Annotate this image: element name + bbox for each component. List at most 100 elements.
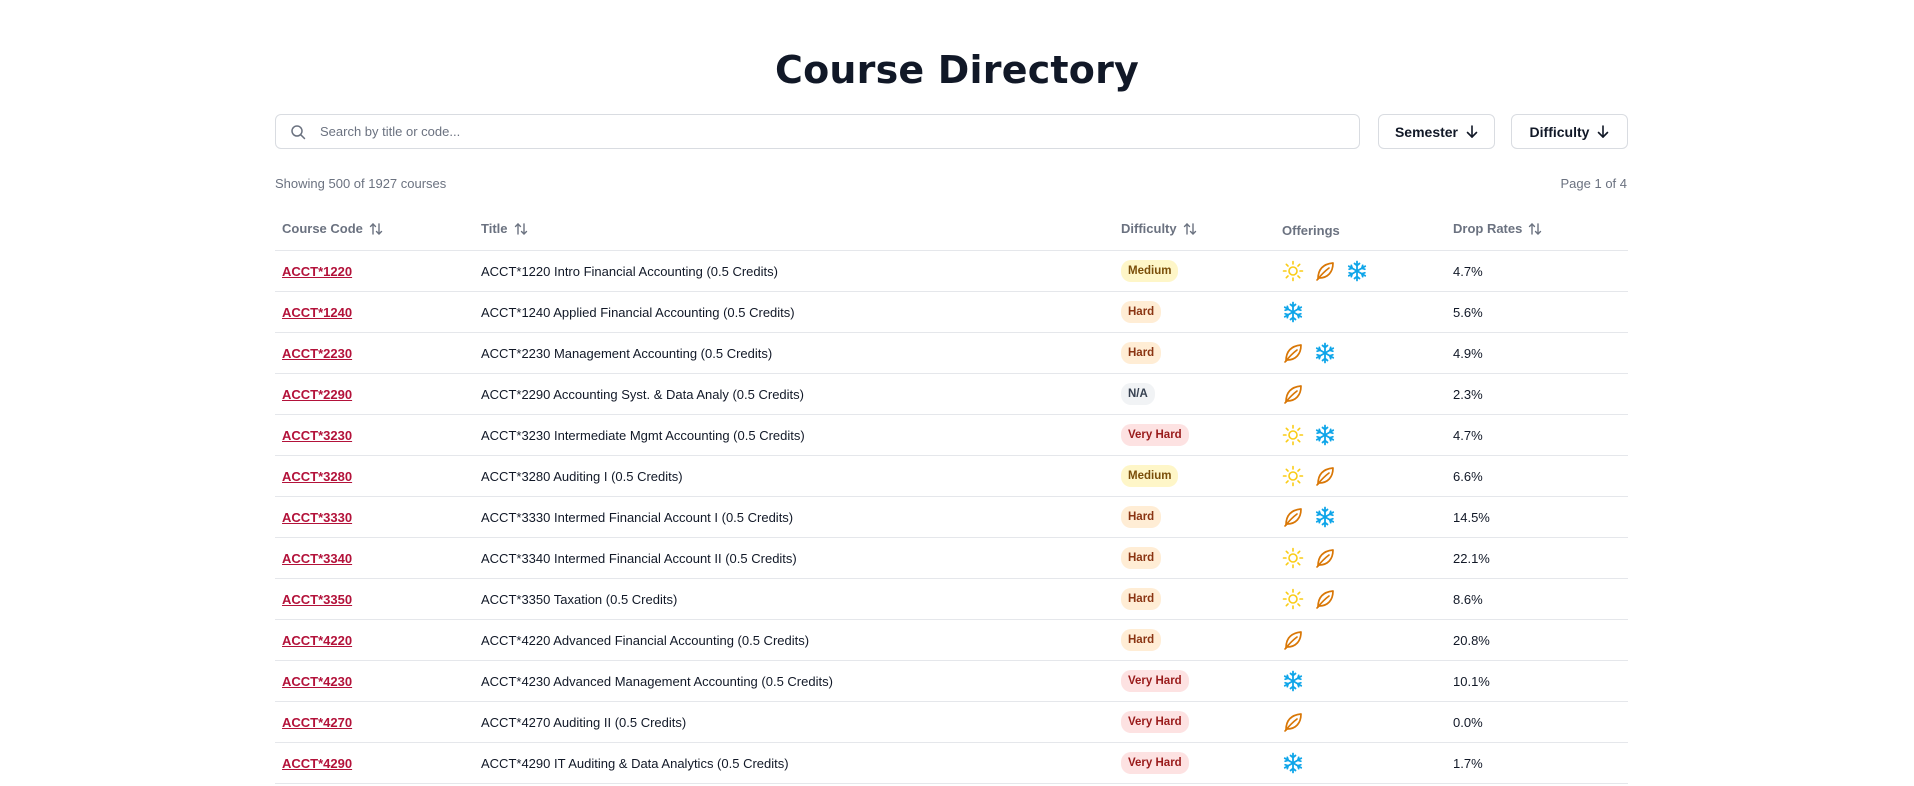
cell-drop-rate: 1.7% [1446,742,1628,784]
difficulty-badge: Medium [1121,260,1179,282]
leaf-icon [1282,506,1304,528]
difficulty-badge: Hard [1121,301,1162,323]
offerings-icons [1282,588,1439,610]
course-code-link[interactable]: ACCT*3280 [282,469,352,484]
course-table-body: ACCT*1220 ACCT*1220 Intro Financial Accou… [275,250,1628,784]
sort-icon[interactable] [1183,222,1197,239]
offerings-icons [1282,752,1439,774]
difficulty-badge: Medium [1121,465,1179,487]
column-header-difficulty[interactable]: Difficulty [1114,210,1275,251]
cell-offerings [1275,701,1446,743]
cell-title: ACCT*2230 Management Accounting (0.5 Cre… [474,332,1114,374]
arrow-down-icon [1466,124,1478,139]
cell-course-code: ACCT*3340 [275,537,474,579]
cell-course-code: ACCT*3330 [275,496,474,538]
cell-drop-rate: 0.0% [1446,701,1628,743]
sort-icon[interactable] [369,222,383,239]
cell-title: ACCT*3340 Intermed Financial Account II … [474,537,1114,579]
cell-drop-rate: 14.5% [1446,496,1628,538]
cell-offerings [1275,414,1446,456]
cell-offerings [1275,619,1446,661]
course-code-link[interactable]: ACCT*3230 [282,428,352,443]
column-header-label: Title [481,221,508,237]
leaf-icon [1282,629,1304,651]
table-row: ACCT*2290 ACCT*2290 Accounting Syst. & Da… [275,373,1628,415]
difficulty-badge: N/A [1121,383,1155,405]
leaf-icon [1314,588,1336,610]
cell-difficulty: Hard [1114,537,1275,579]
column-header-drop-rates[interactable]: Drop Rates [1446,210,1628,251]
difficulty-filter-label: Difficulty [1529,123,1590,140]
cell-difficulty: Hard [1114,578,1275,620]
course-directory-page: Course Directory Semester Difficulty Sho… [0,0,1914,786]
cell-title: ACCT*3280 Auditing I (0.5 Credits) [474,455,1114,497]
cell-offerings [1275,496,1446,538]
sort-icon[interactable] [514,222,528,239]
sun-icon [1282,424,1304,446]
course-code-link[interactable]: ACCT*2290 [282,387,352,402]
course-code-link[interactable]: ACCT*1220 [282,264,352,279]
snowflake-icon [1314,342,1336,364]
cell-title: ACCT*3330 Intermed Financial Account I (… [474,496,1114,538]
semester-filter-button[interactable]: Semester [1378,114,1495,149]
course-code-link[interactable]: ACCT*2230 [282,346,352,361]
column-header-label: Offerings [1282,222,1340,238]
snowflake-icon [1314,506,1336,528]
difficulty-badge: Hard [1121,506,1162,528]
column-header-label: Drop Rates [1453,221,1523,237]
cell-difficulty: N/A [1114,373,1275,415]
difficulty-badge: Hard [1121,547,1162,569]
cell-offerings [1275,332,1446,374]
course-code-link[interactable]: ACCT*4270 [282,715,352,730]
table-header-row: Course Code Title Difficulty Offerings D… [275,210,1628,251]
cell-course-code: ACCT*4230 [275,660,474,702]
snowflake-icon [1314,424,1336,446]
cell-drop-rate: 22.1% [1446,537,1628,579]
search-bar[interactable] [275,114,1360,149]
cell-drop-rate: 10.1% [1446,660,1628,702]
course-code-link[interactable]: ACCT*4290 [282,756,352,771]
cell-drop-rate: 4.7% [1446,414,1628,456]
cell-difficulty: Hard [1114,496,1275,538]
page-indicator: Page 1 of 4 [1560,176,1628,191]
cell-course-code: ACCT*1240 [275,291,474,333]
cell-difficulty: Medium [1114,455,1275,497]
cell-drop-rate: 2.3% [1446,373,1628,415]
cell-title: ACCT*2290 Accounting Syst. & Data Analy … [474,373,1114,415]
course-code-link[interactable]: ACCT*4220 [282,633,352,648]
snowflake-icon [1282,670,1304,692]
cell-difficulty: Hard [1114,619,1275,661]
cell-drop-rate: 4.7% [1446,250,1628,292]
course-code-link[interactable]: ACCT*4230 [282,674,352,689]
sun-icon [1282,465,1304,487]
course-code-link[interactable]: ACCT*1240 [282,305,352,320]
offerings-icons [1282,506,1439,528]
course-code-link[interactable]: ACCT*3330 [282,510,352,525]
sun-icon [1282,260,1304,282]
column-header-title[interactable]: Title [474,210,1114,251]
sort-icon[interactable] [1528,222,1542,239]
cell-course-code: ACCT*3280 [275,455,474,497]
difficulty-filter-button[interactable]: Difficulty [1511,114,1628,149]
difficulty-badge: Very Hard [1121,670,1189,692]
offerings-icons [1282,547,1439,569]
course-code-link[interactable]: ACCT*3340 [282,551,352,566]
table-row: ACCT*3340 ACCT*3340 Intermed Financial Ac… [275,537,1628,579]
cell-title: ACCT*1240 Applied Financial Accounting (… [474,291,1114,333]
cell-offerings [1275,455,1446,497]
cell-offerings [1275,291,1446,333]
offerings-icons [1282,465,1439,487]
leaf-icon [1282,342,1304,364]
difficulty-badge: Hard [1121,588,1162,610]
column-header-code[interactable]: Course Code [275,210,474,251]
search-input[interactable] [318,123,1359,140]
cell-drop-rate: 6.6% [1446,455,1628,497]
cell-title: ACCT*4290 IT Auditing & Data Analytics (… [474,742,1114,784]
offerings-icons [1282,301,1439,323]
cell-difficulty: Medium [1114,250,1275,292]
leaf-icon [1314,547,1336,569]
cell-course-code: ACCT*3230 [275,414,474,456]
course-code-link[interactable]: ACCT*3350 [282,592,352,607]
cell-title: ACCT*4230 Advanced Management Accounting… [474,660,1114,702]
cell-difficulty: Very Hard [1114,701,1275,743]
